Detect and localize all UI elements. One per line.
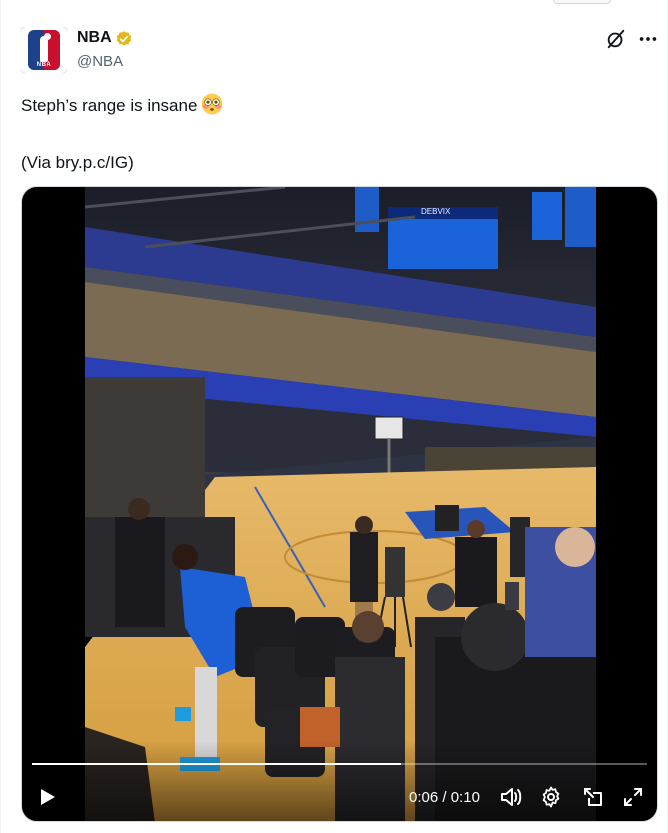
progress-fill [32,763,401,765]
grok-icon[interactable] [605,28,627,50]
avatar[interactable]: NBA [21,27,67,73]
nba-logo: NBA [21,27,67,73]
more-icon[interactable] [637,28,659,50]
gear-icon[interactable] [539,785,563,809]
jumbotron-text: DEBVIX [421,207,451,216]
time-separator: / [438,789,451,806]
play-icon[interactable] [35,785,59,809]
video-frame[interactable]: DEBVIX [85,187,596,822]
volume-icon[interactable] [499,785,523,809]
video-player[interactable]: DEBVIX 0:06 / 0:10 [21,186,658,822]
current-time: 0:06 [409,789,439,806]
tweet-card: NBA NBA @NBA Steph’s range is insane (Vi… [0,0,668,833]
tweet-text: Steph’s range is insane (Via bry.p.c/IG) [21,93,223,174]
scroll-edge [553,0,611,4]
controls-gradient [22,741,657,821]
picture-in-picture-icon[interactable] [581,785,605,809]
author-handle[interactable]: @NBA [77,53,123,70]
progress-bar[interactable] [32,763,647,765]
time-display: 0:06 / 0:10 [409,789,480,806]
author-name[interactable]: NBA [77,29,112,47]
verified-badge-icon [116,31,132,46]
tweet-line-2: (Via bry.p.c/IG) [21,153,134,172]
flushed-face-emoji-icon [202,93,223,115]
fullscreen-icon[interactable] [621,785,645,809]
tweet-line-1: Steph’s range is insane [21,93,223,117]
duration: 0:10 [450,789,480,806]
